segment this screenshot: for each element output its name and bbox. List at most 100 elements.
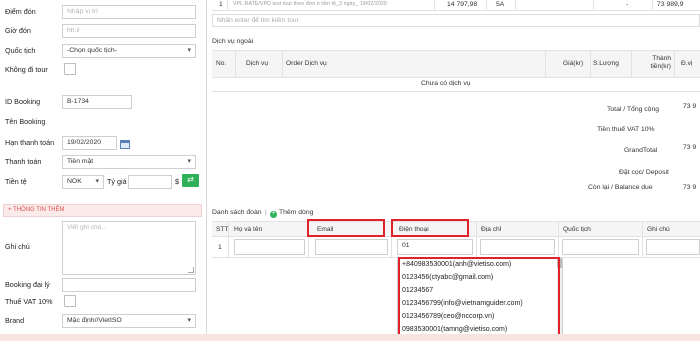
- table-divider: [212, 91, 700, 92]
- tour-row-qty: 5A: [496, 1, 505, 8]
- tour-row-price: 14 797,98: [447, 1, 478, 8]
- swap-currency-button[interactable]: ⇄: [182, 174, 199, 187]
- agency-booking-label: Booking đại lý: [5, 280, 50, 289]
- booking-id-row: ID Booking B-1734: [0, 94, 207, 110]
- agency-booking-input[interactable]: [62, 278, 196, 292]
- services-col-qty: S.Lượng: [593, 60, 619, 67]
- services-col-price: Giá(kr): [563, 60, 584, 67]
- services-col-no: No.: [216, 60, 227, 67]
- payment-select[interactable]: Tiền mặt: [62, 155, 196, 169]
- col-divider: [486, 0, 487, 10]
- total-value: 73 9: [683, 103, 697, 110]
- services-col-unit: Đ.vị: [681, 60, 693, 67]
- nationality-select[interactable]: -Chọn quốc tịch-: [62, 44, 196, 58]
- grand-total-value: 73 9: [683, 144, 697, 151]
- guest-name-input[interactable]: [234, 239, 305, 255]
- calendar-icon[interactable]: [120, 140, 130, 149]
- table-divider: [212, 10, 700, 11]
- no-tour-label: Không đi tour: [5, 65, 48, 74]
- bottom-bar: [0, 334, 700, 341]
- guest-phone-input[interactable]: 01: [397, 239, 473, 255]
- balance-due-label: Còn lại / Balance due: [588, 184, 653, 191]
- total-label: Total / Tổng cộng: [607, 106, 660, 113]
- col-divider: [631, 51, 632, 77]
- col-divider: [590, 51, 591, 77]
- vat-amount-label: Tiền thuế VAT 10%: [597, 126, 655, 133]
- grand-total-label: GrandTotal: [624, 147, 658, 154]
- guest-address-input[interactable]: [480, 239, 555, 255]
- col-divider: [642, 222, 643, 258]
- vat-label: Thuế VAT 10%: [5, 297, 53, 306]
- nationality-row: Quốc tịch -Chọn quốc tịch-: [0, 43, 207, 59]
- col-divider: [558, 222, 559, 258]
- vat-row: Thuế VAT 10%: [0, 294, 207, 310]
- payment-label: Thanh toán: [5, 157, 42, 166]
- col-divider: [227, 0, 228, 10]
- brand-row: Brand Mặc định//VietISO: [0, 313, 207, 329]
- guest-col-note: Ghi chú: [647, 226, 670, 233]
- booking-id-input[interactable]: B-1734: [62, 95, 132, 109]
- services-empty-message: Chưa có dịch vụ: [421, 80, 471, 87]
- due-date-input[interactable]: 19/02/2020: [62, 136, 117, 150]
- booking-name-label: Tên Booking: [5, 117, 46, 126]
- no-tour-checkbox[interactable]: [64, 63, 76, 75]
- col-divider: [476, 222, 477, 258]
- guest-note-input[interactable]: [646, 239, 700, 255]
- guest-col-stt: STT: [216, 226, 229, 233]
- currency-select[interactable]: NOK: [62, 175, 104, 189]
- tour-row-number: 1: [219, 1, 223, 8]
- exchange-rate-input[interactable]: [128, 175, 172, 189]
- exchange-rate-label: Tỷ giá: [107, 177, 127, 186]
- services-title: Dịch vụ ngoài: [212, 38, 254, 45]
- services-col-order: Order Dịch vụ: [286, 60, 327, 67]
- col-divider: [545, 51, 546, 77]
- tour-row-dash: -: [626, 1, 629, 8]
- pickup-location-label: Điểm đón: [5, 7, 36, 16]
- guest-nationality-input[interactable]: [562, 239, 639, 255]
- table-divider: [212, 77, 700, 78]
- services-col-service: Dịch vụ: [246, 60, 268, 67]
- note-label: Ghi chú: [5, 242, 30, 251]
- phone-header-highlight: [391, 219, 469, 237]
- pickup-time-input[interactable]: hh:ii: [62, 24, 196, 38]
- guest-col-name: Họ và tên: [234, 226, 263, 233]
- tour-row-total: 73 989,9: [657, 1, 684, 8]
- nationality-label: Quốc tịch: [5, 46, 36, 55]
- note-textarea[interactable]: Viết ghi chú...: [62, 221, 196, 275]
- col-divider: [282, 51, 283, 77]
- due-date-label: Hạn thanh toán: [5, 138, 55, 147]
- booking-name-row: Tên Booking: [0, 114, 207, 130]
- deposit-label: Đặt cọc/ Deposit: [619, 169, 669, 176]
- col-divider: [674, 51, 675, 77]
- pickup-location-input[interactable]: Nhập vị trí: [62, 5, 196, 19]
- add-row-label: Thêm dòng: [279, 209, 314, 216]
- col-divider: [434, 0, 435, 10]
- services-col-amount: Thành tiền(kr): [650, 55, 671, 70]
- payment-row: Thanh toán Tiền mặt: [0, 154, 207, 170]
- tour-row-name[interactable]: VPL.RATE/VPD test tour theo đơn n tiền t…: [233, 1, 387, 7]
- col-divider: [515, 0, 516, 10]
- add-icon: +: [270, 211, 277, 218]
- vat-checkbox[interactable]: [64, 295, 76, 307]
- pickup-time-label: Giờ đón: [5, 26, 31, 35]
- booking-form-panel: Điểm đón Nhập vị trí Giờ đón hh:ii Quốc …: [0, 0, 207, 341]
- currency-row: Tiền tệ NOK Tỷ giá $ ⇄: [0, 174, 207, 190]
- brand-select[interactable]: Mặc định//VietISO: [62, 314, 196, 328]
- more-info-section-toggle[interactable]: + THÔNG TIN THÊM: [3, 204, 202, 217]
- guest-col-nationality: Quốc tịch: [563, 226, 591, 233]
- no-tour-row: Không đi tour: [0, 62, 207, 78]
- tour-search-input[interactable]: Nhấn enter để tìm kiếm tour: [212, 14, 700, 27]
- add-row-button[interactable]: + Thêm dòng: [270, 209, 313, 218]
- col-divider: [593, 0, 594, 10]
- guest-col-address: Địa chỉ: [481, 226, 502, 233]
- pickup-time-row: Giờ đón hh:ii: [0, 23, 207, 39]
- balance-due-value: 73 9: [683, 184, 697, 191]
- email-header-highlight: [307, 219, 385, 237]
- title-separator: |: [265, 209, 267, 216]
- agency-booking-row: Booking đại lý: [0, 277, 207, 293]
- autocomplete-highlight: [398, 257, 560, 341]
- brand-label: Brand: [5, 316, 25, 325]
- pickup-location-row: Điểm đón Nhập vị trí: [0, 4, 207, 20]
- due-date-row: Hạn thanh toán 19/02/2020: [0, 135, 207, 151]
- guest-email-input[interactable]: [315, 239, 388, 255]
